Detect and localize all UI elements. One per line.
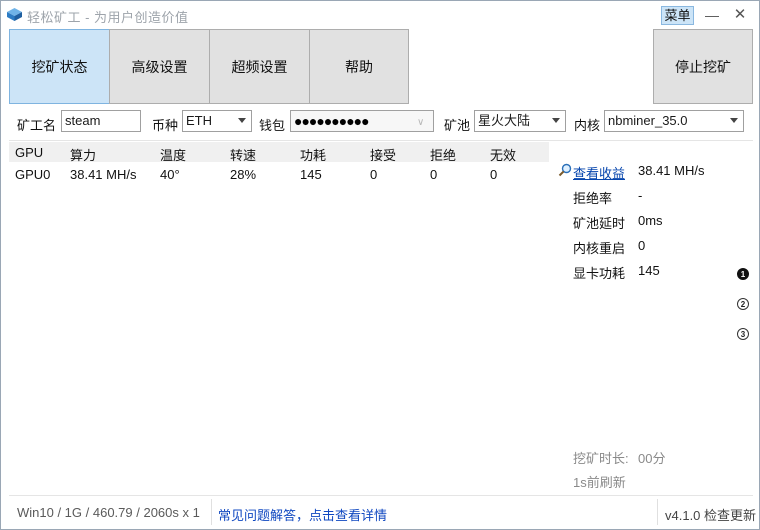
- footer-separator: [211, 499, 212, 525]
- cell-accepted: 0: [370, 167, 378, 182]
- wallet-value: ●●●●●●●●●●: [294, 113, 370, 129]
- wallet-input[interactable]: ●●●●●●●●●● ∨: [290, 110, 434, 132]
- reject-rate-value: -: [638, 188, 643, 203]
- col-fan-speed: 转速: [230, 148, 257, 163]
- title-bar: 轻松矿工 - 为用户创造价值 菜单 — ✕: [1, 1, 759, 29]
- reject-rate-label: 拒绝率: [573, 191, 613, 206]
- pool-label: 矿池: [444, 118, 471, 133]
- col-rejected: 拒绝: [430, 148, 457, 163]
- stop-mining-button[interactable]: 停止挖矿: [653, 29, 753, 104]
- cell-gpu: GPU0: [15, 167, 51, 182]
- footer-divider: [9, 495, 753, 496]
- cell-temperature: 40°: [160, 167, 180, 182]
- cell-rejected: 0: [430, 167, 438, 182]
- divider: [9, 140, 753, 141]
- chevron-down-icon[interactable]: ∨: [417, 113, 429, 128]
- col-hashrate: 算力: [70, 148, 97, 163]
- coin-label: 币种: [152, 118, 179, 133]
- gpu-power-value: 145: [638, 263, 660, 278]
- worker-name-input[interactable]: steam: [61, 110, 141, 132]
- chevron-down-icon: [552, 118, 560, 123]
- pool-select[interactable]: 星火大陆: [474, 110, 566, 132]
- cell-power: 145: [300, 167, 322, 182]
- col-invalid: 无效: [490, 148, 517, 163]
- tab-help[interactable]: 帮助: [309, 29, 409, 104]
- col-temperature: 温度: [160, 148, 187, 163]
- refresh-status: 1s前刷新: [573, 475, 626, 490]
- faq-link[interactable]: 常见问题解答，点击查看详情: [218, 505, 387, 524]
- main-window: 轻松矿工 - 为用户创造价值 菜单 — ✕ 挖矿状态 高级设置 超频设置 帮助 …: [0, 0, 760, 530]
- view-income-link[interactable]: 查看收益: [573, 163, 625, 182]
- page-indicator-1[interactable]: 1: [737, 268, 749, 280]
- menu-button[interactable]: 菜单: [661, 6, 694, 25]
- pool-latency-label: 矿池延时: [573, 216, 626, 231]
- col-gpu: GPU: [15, 145, 44, 160]
- footer-separator: [657, 499, 658, 525]
- page-indicator-2[interactable]: 2: [737, 298, 749, 310]
- coin-value: ETH: [186, 113, 212, 128]
- app-logo-icon: [7, 8, 22, 21]
- col-accepted: 接受: [370, 148, 397, 163]
- gpu-power-label: 显卡功耗: [573, 266, 626, 281]
- magnifier-icon[interactable]: [558, 163, 572, 177]
- coin-select[interactable]: ETH: [182, 110, 252, 132]
- system-info: Win10 / 1G / 460.79 / 2060s x 1: [17, 505, 200, 520]
- wallet-label: 钱包: [259, 118, 286, 133]
- kernel-value: nbminer_35.0: [608, 113, 688, 128]
- cell-fan-speed: 28%: [230, 167, 257, 182]
- kernel-restart-label: 内核重启: [573, 241, 626, 256]
- runtime-value: 00分: [638, 451, 666, 466]
- kernel-select[interactable]: nbminer_35.0: [604, 110, 744, 132]
- total-hashrate-value: 38.41 MH/s: [638, 163, 705, 178]
- tab-advanced-settings[interactable]: 高级设置: [109, 29, 210, 104]
- kernel-label: 内核: [574, 118, 601, 133]
- worker-name-label: 矿工名: [17, 118, 57, 133]
- runtime-label: 挖矿时长:: [573, 451, 629, 466]
- version-check-update[interactable]: v4.1.0 检查更新: [665, 505, 756, 524]
- cell-hashrate: 38.41 MH/s: [70, 167, 137, 182]
- pool-value: 星火大陆: [478, 113, 531, 128]
- tab-overclock-settings[interactable]: 超频设置: [209, 29, 310, 104]
- close-icon[interactable]: ✕: [729, 5, 751, 25]
- minimize-icon[interactable]: —: [701, 5, 723, 25]
- cell-invalid: 0: [490, 167, 498, 182]
- tab-mining-status[interactable]: 挖矿状态: [9, 29, 110, 104]
- page-indicator-3[interactable]: 3: [737, 328, 749, 340]
- worker-name-value: steam: [65, 113, 101, 128]
- col-power: 功耗: [300, 148, 327, 163]
- kernel-restart-value: 0: [638, 238, 646, 253]
- chevron-down-icon: [730, 118, 738, 123]
- pool-latency-value: 0ms: [638, 213, 663, 228]
- chevron-down-icon: [238, 118, 246, 123]
- window-title: 轻松矿工 - 为用户创造价值: [27, 10, 189, 25]
